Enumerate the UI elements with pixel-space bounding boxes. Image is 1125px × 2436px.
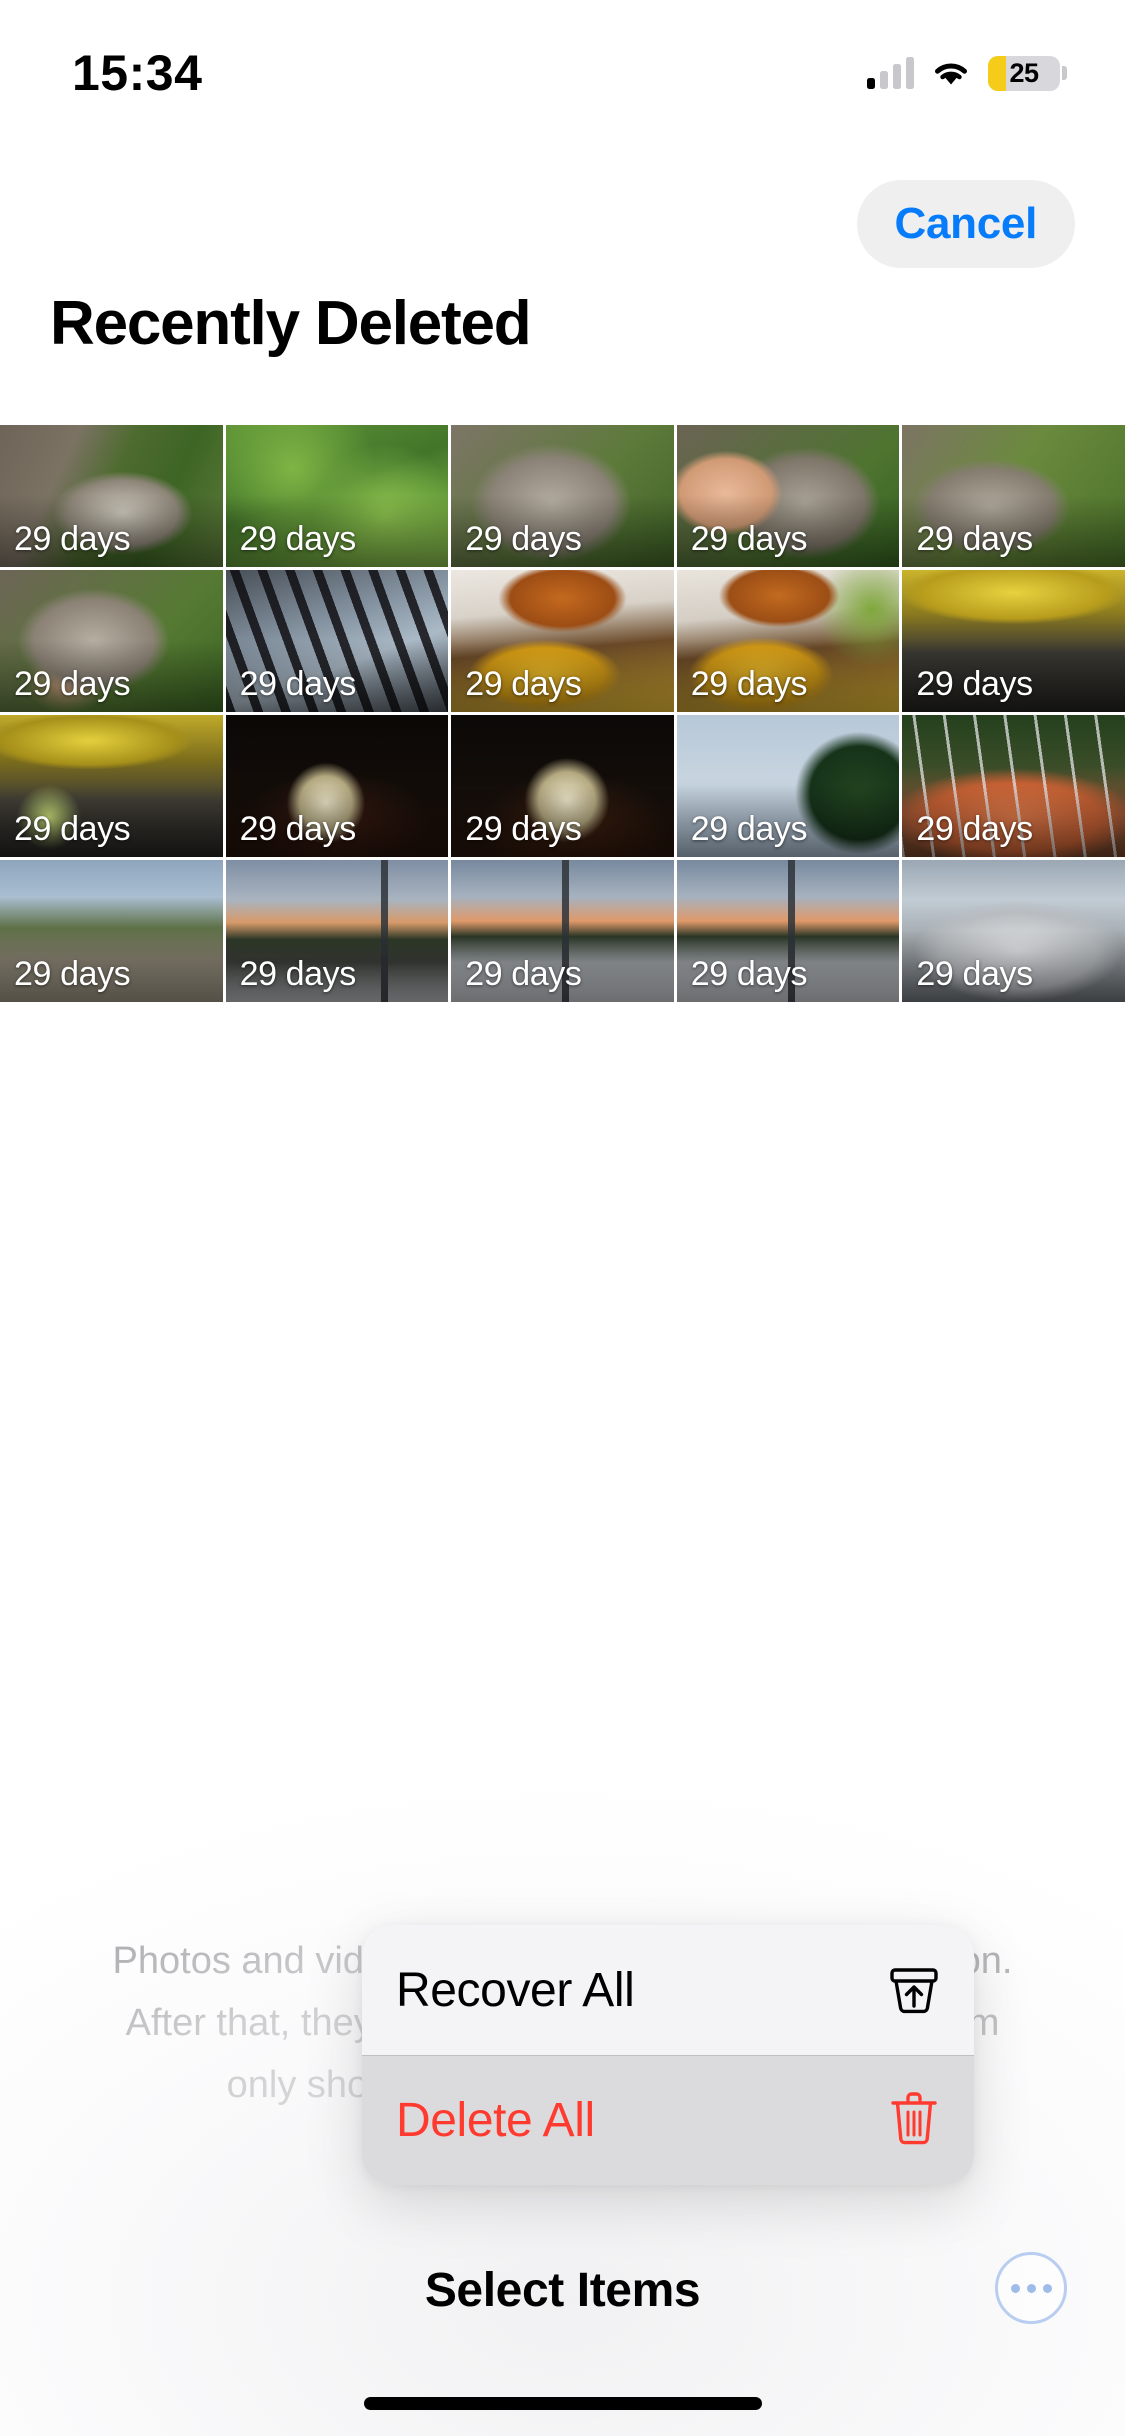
photo-tile[interactable]: 29 days [902, 570, 1125, 712]
photo-tile[interactable]: 29 days [225, 715, 449, 857]
photo-grid: 29 days 29 days 29 days 29 days 29 days 29 da… [0, 425, 1125, 1002]
photo-thumbnail [902, 425, 1125, 567]
photo-tile[interactable]: 29 days [0, 425, 223, 567]
photo-thumbnail [0, 715, 223, 857]
photo-thumbnail [451, 425, 674, 567]
photo-thumbnail [902, 860, 1125, 1002]
status-bar-time: 15:34 [72, 45, 203, 101]
photo-tile[interactable]: 29 days [451, 715, 674, 857]
lamp-post-decoration [381, 860, 389, 1002]
menu-item-label: Recover All [396, 1963, 635, 2017]
recover-trash-up-arrow-icon [888, 1960, 940, 2021]
cellular-signal-icon [867, 57, 914, 89]
context-menu: Recover All Delete All [362, 1925, 974, 2185]
photo-thumbnail [676, 425, 900, 567]
photo-thumbnail [676, 715, 900, 857]
photo-tile[interactable]: 29 days [0, 860, 223, 1002]
photo-thumbnail [902, 715, 1125, 857]
photo-tile[interactable]: 29 days [451, 570, 674, 712]
menu-item-delete-all[interactable]: Delete All [362, 2055, 974, 2185]
wifi-icon [935, 63, 967, 85]
cancel-button[interactable]: Cancel [856, 180, 1075, 268]
photo-thumbnail [451, 715, 674, 857]
photo-tile[interactable]: 29 days [676, 860, 900, 1002]
home-indicator [363, 2397, 762, 2410]
ellipsis-circle-icon[interactable] [995, 2252, 1067, 2324]
navigation-bar: Cancel [0, 170, 1125, 280]
photo-thumbnail [225, 860, 449, 1002]
page-title: Recently Deleted [50, 289, 532, 358]
photo-thumbnail [0, 570, 223, 712]
photo-thumbnail [225, 715, 449, 857]
status-bar: 15:34 25 [0, 0, 1125, 132]
menu-item-recover-all[interactable]: Recover All [362, 1925, 974, 2055]
photo-thumbnail [902, 570, 1125, 712]
status-bar-indicators: 25 [867, 55, 1067, 91]
trash-icon [888, 2090, 940, 2151]
lamp-post-decoration [788, 860, 796, 1002]
photo-tile[interactable]: 29 days [902, 715, 1125, 857]
photo-tile[interactable]: 29 days [902, 425, 1125, 567]
photo-tile[interactable]: 29 days [0, 570, 223, 712]
menu-item-label: Delete All [396, 2094, 595, 2147]
photo-tile[interactable]: 29 days [676, 425, 900, 567]
photo-tile[interactable]: 29 days [451, 425, 674, 567]
photo-tile[interactable]: 29 days [225, 570, 449, 712]
battery-percent-label: 25 [1009, 57, 1039, 88]
photo-tile[interactable]: 29 days [0, 715, 223, 857]
photo-tile[interactable]: 29 days [451, 860, 674, 1002]
photo-thumbnail [0, 860, 223, 1002]
bottom-toolbar: Select Items [0, 2230, 1125, 2350]
photo-tile[interactable]: 29 days [676, 715, 900, 857]
photo-tile[interactable]: 29 days [902, 860, 1125, 1002]
photo-thumbnail [225, 570, 449, 712]
lamp-post-decoration [562, 860, 570, 1002]
photo-tile[interactable]: 29 days [225, 860, 449, 1002]
photo-thumbnail [451, 570, 674, 712]
battery-icon: 25 [988, 55, 1067, 91]
photo-thumbnail [0, 425, 223, 567]
photo-thumbnail [676, 570, 900, 712]
photo-tile[interactable]: 29 days [676, 570, 900, 712]
select-items-button[interactable]: Select Items [0, 2263, 1125, 2318]
photo-thumbnail [225, 425, 449, 567]
photo-tile[interactable]: 29 days [225, 425, 449, 567]
